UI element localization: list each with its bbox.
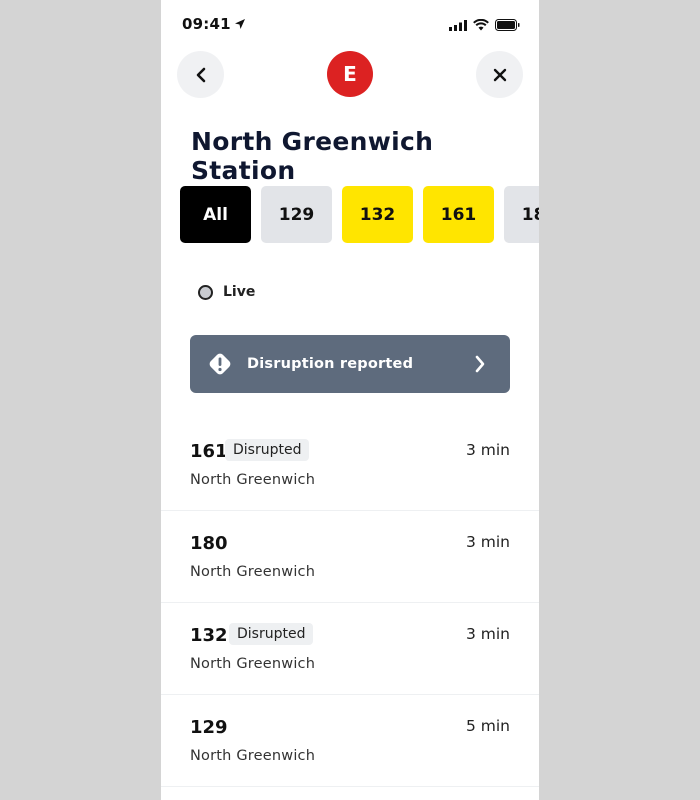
route-filter-bar: All 129 132 161 180 — [180, 186, 539, 243]
filter-chip-132[interactable]: 132 — [342, 186, 413, 243]
destination: North Greenwich — [190, 472, 316, 488]
departures-list: 161 Disrupted 3 min North Greenwich 180 … — [161, 419, 539, 787]
eta: 3 min — [465, 533, 510, 551]
eta: 3 min — [465, 625, 510, 643]
location-arrow-icon — [234, 16, 246, 34]
chevron-right-icon — [474, 355, 486, 377]
phone-screen: 09:41 E North Greenwich Station All 129 … — [161, 0, 539, 800]
departure-row[interactable]: 129 5 min North Greenwich — [161, 695, 539, 787]
back-button[interactable] — [177, 51, 224, 98]
chevron-left-icon — [196, 67, 205, 82]
eta: 5 min — [465, 717, 510, 735]
route-number: 161 — [190, 441, 228, 462]
eta: 3 min — [465, 441, 510, 459]
page-title: North Greenwich Station — [191, 127, 434, 185]
wifi-icon — [473, 16, 489, 35]
disrupted-tag: Disrupted — [229, 623, 314, 645]
filter-chip-all[interactable]: All — [180, 186, 251, 243]
live-label: Live — [223, 284, 256, 300]
destination: North Greenwich — [190, 656, 316, 672]
close-button[interactable] — [476, 51, 523, 98]
signal-icon — [449, 16, 467, 35]
battery-icon — [495, 16, 520, 35]
disrupted-tag: Disrupted — [225, 439, 310, 461]
disruption-banner[interactable]: Disruption reported — [190, 335, 510, 393]
warning-icon — [207, 351, 233, 377]
status-bar: 09:41 — [161, 0, 539, 46]
filter-chip-161[interactable]: 161 — [423, 186, 494, 243]
status-icons — [449, 16, 520, 35]
route-number: 180 — [190, 533, 228, 554]
line-badge: E — [327, 51, 373, 97]
close-icon — [493, 68, 506, 81]
destination: North Greenwich — [190, 564, 316, 580]
filter-chip-180[interactable]: 180 — [504, 186, 539, 243]
departure-row[interactable]: 132 Disrupted 3 min North Greenwich — [161, 603, 539, 695]
live-dot-icon — [198, 284, 213, 300]
live-indicator: Live — [198, 284, 255, 300]
route-number: 129 — [190, 717, 228, 738]
route-number: 132 — [190, 625, 228, 646]
filter-chip-129[interactable]: 129 — [261, 186, 332, 243]
status-time: 09:41 — [182, 15, 246, 34]
departure-row[interactable]: 180 3 min North Greenwich — [161, 511, 539, 603]
destination: North Greenwich — [190, 748, 316, 764]
disruption-label: Disruption reported — [247, 356, 414, 372]
departure-row[interactable]: 161 Disrupted 3 min North Greenwich — [161, 419, 539, 511]
